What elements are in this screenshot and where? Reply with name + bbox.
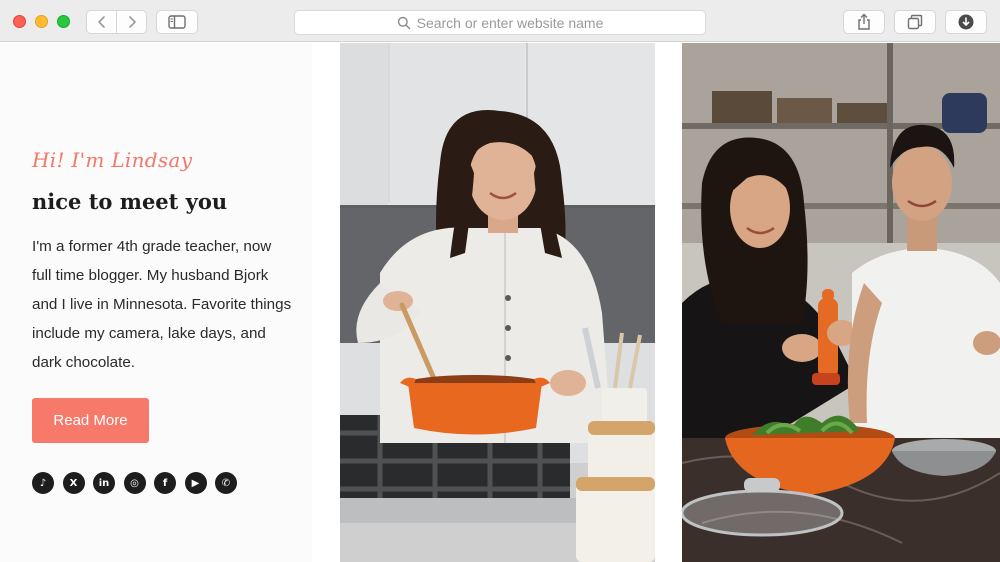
downloads-button[interactable]	[945, 10, 987, 34]
zoom-window-button[interactable]	[57, 15, 70, 28]
tabs-overview-button[interactable]	[894, 10, 936, 34]
download-icon	[958, 14, 974, 30]
address-placeholder: Search or enter website name	[416, 14, 604, 31]
read-more-button[interactable]: Read More	[32, 398, 149, 443]
linkedin-icon[interactable]: in	[93, 472, 115, 494]
greeting-script: Hi! I'm Lindsay	[32, 148, 193, 172]
forward-button[interactable]	[116, 10, 147, 34]
chevron-right-icon	[128, 16, 136, 28]
instagram-icon[interactable]: ◎	[123, 472, 146, 494]
x-icon[interactable]: X	[62, 472, 85, 494]
bio-paragraph: I'm a former 4th grade teacher, now full…	[32, 238, 292, 371]
close-window-button[interactable]	[13, 15, 26, 28]
back-button[interactable]	[86, 10, 117, 34]
share-icon	[858, 13, 870, 30]
tabs-overview-icon	[907, 14, 923, 30]
facebook-icon[interactable]: f	[154, 472, 176, 494]
chevron-left-icon	[97, 16, 105, 28]
share-button[interactable]	[843, 10, 885, 34]
sidebar-icon	[168, 15, 186, 29]
address-bar[interactable]: Search or enter website name	[294, 10, 706, 35]
search-icon	[397, 16, 410, 29]
minimize-window-button[interactable]	[35, 15, 48, 28]
page-headline: nice to meet you	[32, 189, 228, 214]
whatsapp-icon[interactable]: ✆	[215, 472, 237, 494]
photo-couple-cooking	[682, 43, 1000, 562]
sidebar-button[interactable]	[156, 10, 198, 34]
intro-panel: Hi! I'm Lindsay nice to meet you I'm a f…	[0, 43, 312, 562]
social-icons: ♪ X in ◎ f ▶ ✆	[32, 472, 237, 494]
photo-woman-stirring-pot	[340, 43, 655, 562]
browser-toolbar: Search or enter website name	[0, 0, 1000, 42]
tiktok-icon[interactable]: ♪	[32, 472, 54, 494]
youtube-icon[interactable]: ▶	[184, 472, 207, 494]
web-page: Hi! I'm Lindsay nice to meet you I'm a f…	[0, 43, 1000, 562]
